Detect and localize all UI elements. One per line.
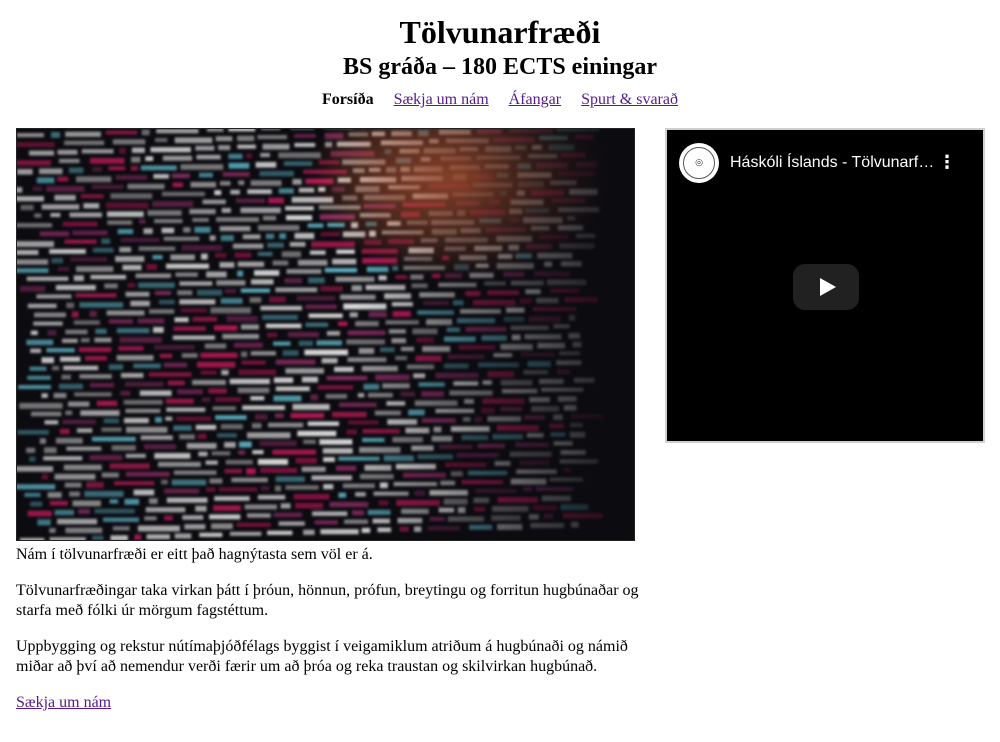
page-title: Tölvunarfræði: [399, 14, 601, 50]
play-button[interactable]: [793, 264, 859, 310]
apply-link[interactable]: Sækja um nám: [16, 693, 111, 713]
intro-paragraph: Tölvunarfræðingar taka virkan þátt í þró…: [16, 582, 639, 619]
nav-item-afangar[interactable]: Áfangar: [509, 91, 561, 108]
page-subtitle: BS gráða – 180 ECTS einingar: [342, 54, 658, 80]
video-title[interactable]: Háskóli Íslands - Tölvunarfræði: [730, 152, 935, 174]
video-embed[interactable]: ◎ Háskóli Íslands - Tölvunarfræði ⋮: [665, 128, 985, 443]
kebab-menu-icon[interactable]: ⋮: [937, 152, 957, 174]
nav-item-spurt-svarad[interactable]: Spurt & svarað: [581, 91, 678, 108]
intro-paragraph: Nám í tölvunarfræði er eitt það hagnýtas…: [16, 546, 373, 563]
nav-item-saekja-um-nam[interactable]: Sækja um nám: [394, 91, 489, 108]
code-photo: [17, 129, 634, 540]
hero-image: [16, 128, 635, 541]
main-nav: Forsíða Sækja um nám Áfangar Spurt & sva…: [0, 90, 1000, 110]
intro-paragraph: Uppbygging og rekstur nútímaþjóðfélags b…: [16, 638, 628, 675]
university-seal-icon[interactable]: ◎: [679, 143, 719, 183]
play-icon: [820, 278, 836, 296]
nav-item-forsida: Forsíða: [322, 91, 374, 108]
intro-text: Nám í tölvunarfræði er eitt það hagnýtas…: [16, 545, 641, 713]
